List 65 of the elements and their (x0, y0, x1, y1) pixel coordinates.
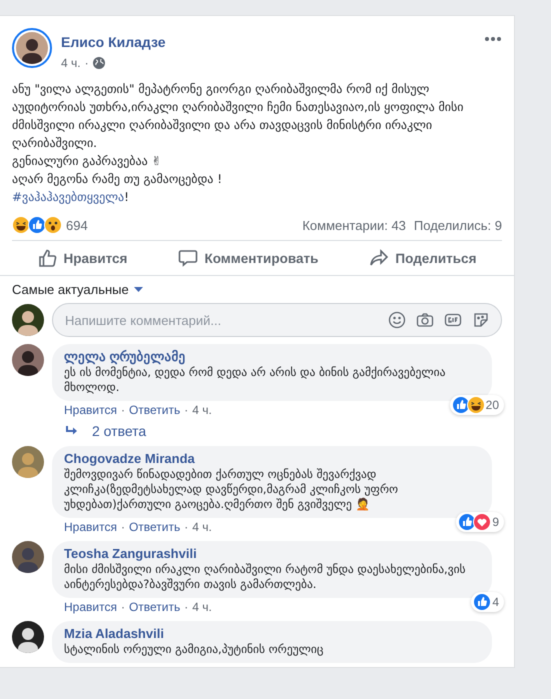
reaction-count[interactable]: 694 (66, 218, 88, 232)
post-text: აღარ მეგონა რამე თუ გამაოცებდა ! (12, 171, 224, 188)
camera-icon[interactable] (416, 311, 434, 329)
like-reaction-icon (28, 216, 46, 234)
reply-arrow-icon (66, 426, 78, 436)
post-text: ! (124, 190, 129, 204)
comment-time[interactable]: 4 ч. (192, 600, 212, 614)
commenter-name[interactable]: Chogovadze Miranda (64, 451, 195, 467)
comment-text: სტალინის ორეული გამიგია,პუტინის ორეულიც (64, 642, 324, 657)
separator: · (184, 600, 188, 614)
speech-bubble-icon (178, 248, 198, 268)
post-text: ანუ "ვილა ალგეთის" მეპატრონე გიორგი ღარიბაშვილმა რომ იქ მისულ აუდიტორიას უთხრა,ირაკლი ღარიბაშვილი ჩემი ნათესავიაო,ის ყოფილა მისი ძმისშვილი ირაკლი ღარიბაშვილი და არა თავდაცვის მინისტრი ირაკლი ღარიბაშვილი. (12, 81, 464, 152)
separator: · (120, 520, 125, 534)
laughing-reaction-icon (466, 396, 485, 414)
comment-time[interactable]: 4 ч. (192, 520, 212, 534)
share-button[interactable]: Поделиться (357, 245, 488, 271)
comment-action-link[interactable]: Нравится (64, 600, 117, 614)
avatar[interactable] (12, 541, 44, 573)
comment-text: მისი ძმისშვილი ირაკლი ღარიბაშვილი რატომ უნდა დაესახელებინა,ვის აინტერესებდა?ბავშვური თავის გამართლება. (64, 562, 467, 592)
comment-action-link[interactable]: Нравится (64, 403, 117, 417)
comments-count[interactable]: Комментарии: 43 (302, 218, 406, 232)
comment-action-link[interactable]: Ответить (128, 520, 180, 534)
surprised-reaction-icon (44, 216, 62, 234)
avatar[interactable] (12, 304, 44, 336)
commenter-name[interactable]: ლელა ღრუბელამე (64, 349, 186, 365)
separator: · (184, 403, 188, 417)
caret-icon[interactable] (134, 287, 143, 292)
reaction-badge[interactable]: 9 (456, 512, 504, 532)
comment-text: ეს ის მომენტია, დედა რომ დედა არ არის და ბინის გამქირავებელია მხოლოდ. (64, 365, 446, 395)
separator: · (184, 520, 188, 534)
more-options-icon[interactable] (484, 36, 502, 42)
comment-button[interactable]: Комментировать (166, 245, 330, 271)
comment-action-link[interactable]: Нравится (64, 520, 117, 534)
post-text: გენიალური გაპრავებაა ✌ (12, 153, 163, 170)
heart-reaction-icon (473, 513, 492, 531)
sort-dropdown[interactable]: Самые актуальные (12, 282, 129, 297)
comment-action-link[interactable]: Ответить (128, 403, 180, 417)
laughing-reaction-icon (12, 216, 30, 234)
replies-link[interactable]: 2 ответа (92, 423, 146, 439)
separator: · (84, 56, 89, 70)
like-reaction-icon (473, 593, 492, 611)
reaction-badge[interactable]: 4 (471, 592, 504, 612)
smiley-icon[interactable] (388, 311, 406, 329)
avatar[interactable] (16, 32, 48, 64)
commenter-name[interactable]: Mzia Aladashvili (64, 626, 164, 642)
hashtag-link[interactable]: #ვაჰაჰავებთყველა (12, 190, 124, 204)
separator: · (120, 600, 125, 614)
globe-icon (92, 57, 105, 69)
avatar[interactable] (12, 621, 44, 653)
like-button[interactable]: Нравится (26, 245, 140, 271)
commenter-name[interactable]: Teosha Zangurashvili (64, 546, 197, 562)
gif-icon[interactable] (444, 311, 462, 329)
separator: · (120, 403, 125, 417)
comment-text: შემოვდივარ წინადადებით ქართულ ოცნებას შევარქვად კლიჩკა(ზედმეტსახელად დავწერდი,მაგრამ კლიჩკოს უფრო უხდებათ)ქართული გაოცება.ღმერთო შენ გვიშველე 🤦 (64, 467, 400, 512)
avatar[interactable] (12, 344, 44, 376)
shares-count[interactable]: Поделились: 9 (414, 218, 502, 232)
sticker-icon[interactable] (472, 311, 490, 329)
share-arrow-icon (369, 248, 390, 268)
comment-time[interactable]: 4 ч. (192, 403, 212, 417)
thumbs-up-icon (38, 248, 58, 268)
reaction-badge[interactable]: 20 (450, 395, 504, 415)
comment-action-link[interactable]: Ответить (128, 600, 180, 614)
comment-field[interactable]: Напишите комментарий... (52, 303, 502, 337)
author-name[interactable]: Елисо Киладзе (61, 34, 475, 50)
post-time[interactable]: 4 ч. (61, 56, 81, 70)
